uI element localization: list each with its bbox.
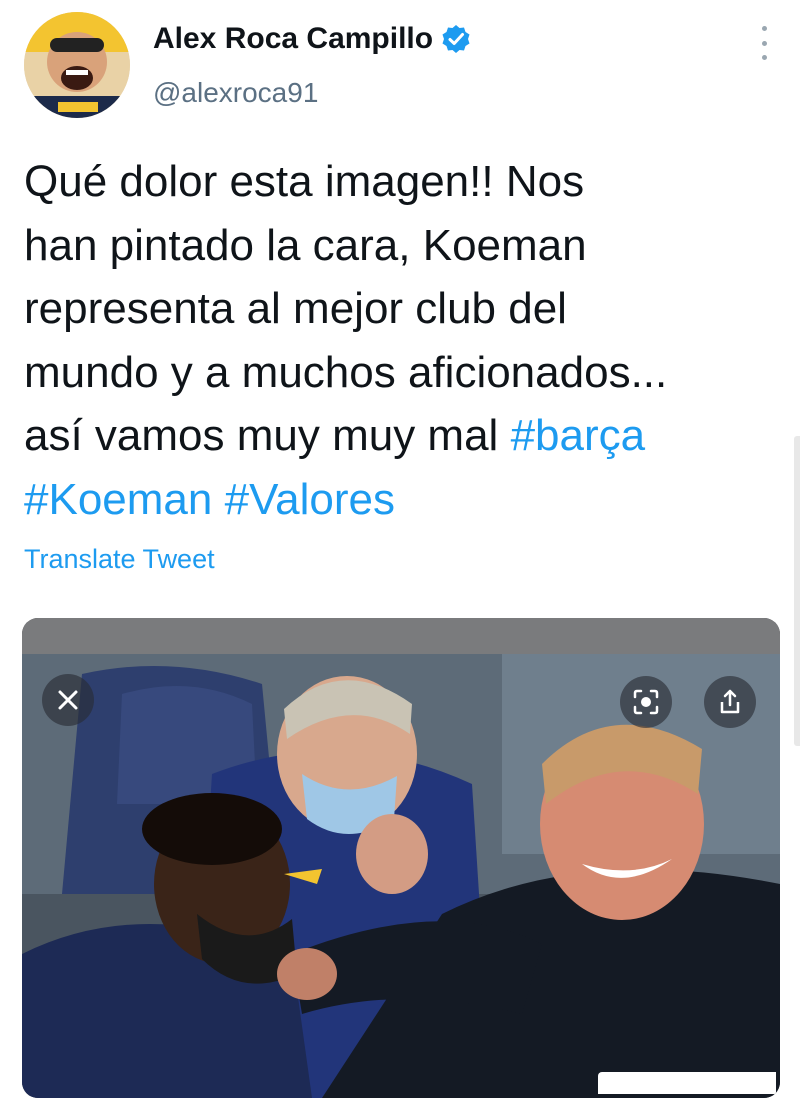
close-icon <box>58 690 78 710</box>
media-caption-strip <box>598 1072 776 1094</box>
display-name[interactable]: Alex Roca Campillo <box>153 22 433 56</box>
lens-search-icon <box>633 689 659 715</box>
scrollbar-handle[interactable] <box>794 436 800 746</box>
visual-search-button[interactable] <box>620 676 672 728</box>
tweet-photo <box>22 654 780 1098</box>
user-handle[interactable]: @alexroca91 <box>153 77 318 109</box>
avatar-image <box>24 12 130 118</box>
tweet-text: Qué dolor esta imagen!! Nos han pintado … <box>24 150 784 531</box>
share-icon <box>720 689 740 714</box>
verified-badge-icon <box>441 24 471 54</box>
translate-tweet-link[interactable]: Translate Tweet <box>24 544 215 575</box>
share-media-button[interactable] <box>704 676 756 728</box>
hashtag-valores[interactable]: #Valores <box>225 475 395 524</box>
more-options-icon[interactable] <box>752 26 776 60</box>
close-media-button[interactable] <box>42 674 94 726</box>
author-name-row: Alex Roca Campillo <box>153 22 471 56</box>
hashtag-koeman[interactable]: #Koeman <box>24 475 212 524</box>
tweet-media[interactable] <box>22 618 780 1098</box>
media-top-bar <box>22 618 780 654</box>
hashtag-barca[interactable]: #barça <box>511 411 646 460</box>
avatar[interactable] <box>24 12 130 118</box>
